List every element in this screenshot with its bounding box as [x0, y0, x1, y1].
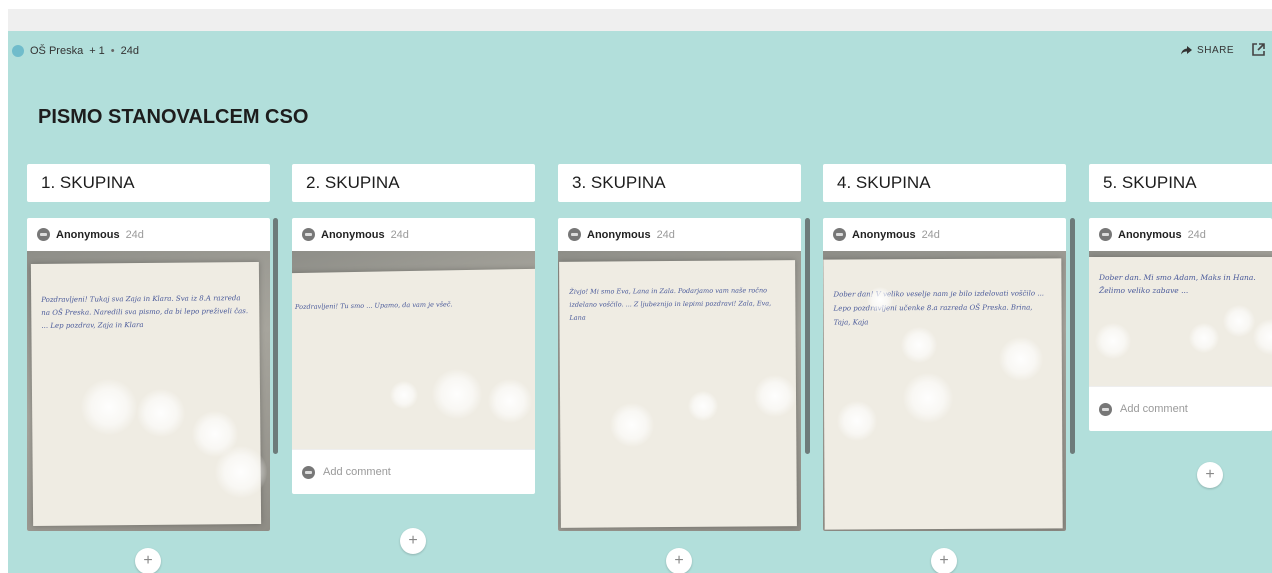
post-age: 24d — [921, 228, 940, 241]
avatar-icon — [1099, 402, 1112, 416]
post-card[interactable]: Anonymous 24d Pozdravljeni! Tukaj sva Za… — [27, 218, 270, 531]
post-header: Anonymous 24d — [27, 218, 270, 251]
column-5: 5. SKUPINA — [1089, 164, 1272, 202]
post-image[interactable]: Živjo! Mi smo Eva, Lana in Zala. Podarja… — [558, 251, 801, 531]
column-title: 3. SKUPINA — [558, 164, 801, 202]
add-post-button[interactable]: + — [666, 548, 692, 573]
post-author: Anonymous — [56, 228, 120, 241]
column-4: 4. SKUPINA — [823, 164, 1066, 202]
add-comment-label: Add comment — [323, 466, 391, 478]
post-author: Anonymous — [1118, 228, 1182, 241]
add-post-button[interactable]: + — [135, 548, 161, 573]
share-icon — [1181, 46, 1193, 55]
board-meta: OŠ Preska + 1 • 24d — [12, 45, 139, 57]
share-button[interactable]: SHARE — [1181, 45, 1234, 56]
add-post-button[interactable]: + — [400, 528, 426, 554]
column-1: 1. SKUPINA — [27, 164, 270, 202]
post-image[interactable]: Pozdravljeni! Tukaj sva Zaja in Klara. S… — [27, 251, 270, 531]
post-age: 24d — [656, 228, 675, 241]
post-age: 24d — [1187, 228, 1206, 241]
open-external-icon[interactable] — [1251, 42, 1266, 57]
add-post-button[interactable]: + — [931, 548, 957, 573]
post-header: Anonymous 24d — [558, 218, 801, 251]
post-image[interactable]: Pozdravljeni! Tu smo ... Upamo, da vam j… — [292, 251, 535, 449]
plus-icon: + — [408, 532, 418, 549]
post-card[interactable]: Anonymous 24d Dober dan. Mi smo Adam, Ma… — [1089, 218, 1272, 431]
padlet-logo-icon — [12, 45, 24, 57]
post-author: Anonymous — [852, 228, 916, 241]
post-age: 24d — [390, 228, 409, 241]
plus-icon: + — [1205, 466, 1215, 483]
column-title: 2. SKUPINA — [292, 164, 535, 202]
add-comment-field[interactable]: Add comment — [292, 449, 535, 494]
add-post-button[interactable]: + — [1197, 462, 1223, 488]
plus-icon: + — [143, 552, 153, 569]
column-title: 4. SKUPINA — [823, 164, 1066, 202]
column-scrollbar[interactable] — [1070, 218, 1075, 454]
post-header: Anonymous 24d — [292, 218, 535, 251]
column-3: 3. SKUPINA — [558, 164, 801, 202]
board-title: PISMO STANOVALCEM CSO — [38, 106, 309, 128]
padlet-owner[interactable]: OŠ Preska — [30, 45, 83, 57]
post-card[interactable]: Anonymous 24d Živjo! Mi smo Eva, Lana in… — [558, 218, 801, 531]
meta-separator: • — [110, 45, 115, 57]
avatar-icon — [1099, 228, 1112, 241]
add-comment-label: Add comment — [1120, 403, 1188, 415]
post-card[interactable]: Anonymous 24d Dober dan! V veliko veselj… — [823, 218, 1066, 531]
column-title: 5. SKUPINA — [1089, 164, 1272, 202]
browser-top-bar — [8, 9, 1272, 31]
post-header: Anonymous 24d — [1089, 218, 1272, 251]
board-age: 24d — [120, 45, 140, 57]
post-author: Anonymous — [321, 228, 385, 241]
avatar-icon — [302, 228, 315, 241]
plus-one[interactable]: + 1 — [89, 45, 105, 57]
add-comment-field[interactable]: Add comment — [1089, 386, 1272, 431]
post-age: 24d — [125, 228, 144, 241]
avatar-icon — [302, 465, 315, 479]
avatar-icon — [37, 228, 50, 241]
post-image[interactable]: Dober dan! V veliko veselje nam je bilo … — [823, 251, 1066, 531]
padlet-board: OŠ Preska + 1 • 24d SHARE PISMO STANOVAL… — [8, 31, 1272, 573]
letter-text: Pozdravljeni! Tu smo ... Upamo, da vam j… — [292, 268, 535, 449]
post-header: Anonymous 24d — [823, 218, 1066, 251]
column-title: 1. SKUPINA — [27, 164, 270, 202]
avatar-icon — [568, 228, 581, 241]
post-author: Anonymous — [587, 228, 651, 241]
post-image[interactable]: Dober dan. Mi smo Adam, Maks in Hana. Že… — [1089, 251, 1272, 386]
share-label: SHARE — [1197, 45, 1234, 56]
column-scrollbar[interactable] — [805, 218, 810, 454]
post-card[interactable]: Anonymous 24d Pozdravljeni! Tu smo ... U… — [292, 218, 535, 494]
column-2: 2. SKUPINA — [292, 164, 535, 202]
plus-icon: + — [674, 552, 684, 569]
plus-icon: + — [939, 552, 949, 569]
avatar-icon — [833, 228, 846, 241]
column-scrollbar[interactable] — [273, 218, 278, 454]
